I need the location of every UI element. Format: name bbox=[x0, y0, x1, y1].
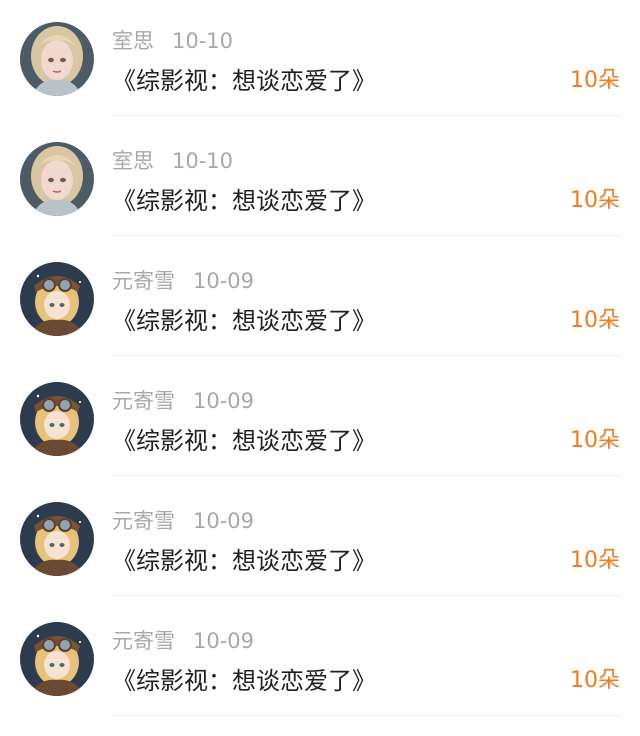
flower-count: 10朵 bbox=[570, 308, 620, 333]
date-label: 10-09 bbox=[193, 269, 255, 293]
date-label: 10-09 bbox=[193, 629, 255, 653]
flower-count: 10朵 bbox=[570, 68, 620, 93]
blonde-girl-avatar-icon bbox=[20, 22, 94, 96]
avatar[interactable] bbox=[20, 622, 94, 696]
book-title[interactable]: 《综影视：想谈恋爱了》 bbox=[112, 302, 376, 340]
record-meta: 室思 10-10 bbox=[112, 26, 233, 56]
username[interactable]: 元寄雪 bbox=[112, 269, 175, 293]
flower-count: 10朵 bbox=[570, 548, 620, 573]
book-title[interactable]: 《综影视：想谈恋爱了》 bbox=[112, 662, 376, 700]
username[interactable]: 室思 bbox=[112, 29, 154, 53]
list-item[interactable]: 元寄雪 10-09 《综影视：想谈恋爱了》 10朵 bbox=[0, 356, 640, 476]
gift-record-list: 室思 10-10 《综影视：想谈恋爱了》 10朵 室思 10-10 《综影视：想谈恋… bbox=[0, 0, 640, 736]
avatar[interactable] bbox=[20, 382, 94, 456]
list-item[interactable]: 元寄雪 10-09 《综影视：想谈恋爱了》 10朵 bbox=[0, 236, 640, 356]
goggles-girl-avatar-icon bbox=[20, 262, 94, 336]
flower-count: 10朵 bbox=[570, 668, 620, 693]
list-item[interactable]: 室思 10-10 《综影视：想谈恋爱了》 10朵 bbox=[0, 116, 640, 236]
date-label: 10-10 bbox=[172, 149, 234, 173]
blonde-girl-avatar-icon bbox=[20, 142, 94, 216]
record-meta: 元寄雪 10-09 bbox=[112, 626, 254, 656]
avatar[interactable] bbox=[20, 142, 94, 216]
date-label: 10-09 bbox=[193, 389, 255, 413]
book-title[interactable]: 《综影视：想谈恋爱了》 bbox=[112, 422, 376, 460]
book-title[interactable]: 《综影视：想谈恋爱了》 bbox=[112, 182, 376, 220]
avatar[interactable] bbox=[20, 22, 94, 96]
flower-count: 10朵 bbox=[570, 428, 620, 453]
goggles-girl-avatar-icon bbox=[20, 622, 94, 696]
record-meta: 元寄雪 10-09 bbox=[112, 386, 254, 416]
record-meta: 元寄雪 10-09 bbox=[112, 506, 254, 536]
list-item[interactable]: 元寄雪 10-09 《综影视：想谈恋爱了》 10朵 bbox=[0, 596, 640, 716]
username[interactable]: 室思 bbox=[112, 149, 154, 173]
goggles-girl-avatar-icon bbox=[20, 502, 94, 576]
book-title[interactable]: 《综影视：想谈恋爱了》 bbox=[112, 542, 376, 580]
date-label: 10-09 bbox=[193, 509, 255, 533]
list-item[interactable]: 元寄雪 10-09 《综影视：想谈恋爱了》 10朵 bbox=[0, 476, 640, 596]
username[interactable]: 元寄雪 bbox=[112, 629, 175, 653]
avatar[interactable] bbox=[20, 262, 94, 336]
record-meta: 室思 10-10 bbox=[112, 146, 233, 176]
flower-count: 10朵 bbox=[570, 188, 620, 213]
username[interactable]: 元寄雪 bbox=[112, 389, 175, 413]
divider bbox=[112, 715, 620, 716]
record-meta: 元寄雪 10-09 bbox=[112, 266, 254, 296]
date-label: 10-10 bbox=[172, 29, 234, 53]
book-title[interactable]: 《综影视：想谈恋爱了》 bbox=[112, 62, 376, 100]
list-item[interactable]: 室思 10-10 《综影视：想谈恋爱了》 10朵 bbox=[0, 0, 640, 116]
avatar[interactable] bbox=[20, 502, 94, 576]
username[interactable]: 元寄雪 bbox=[112, 509, 175, 533]
goggles-girl-avatar-icon bbox=[20, 382, 94, 456]
